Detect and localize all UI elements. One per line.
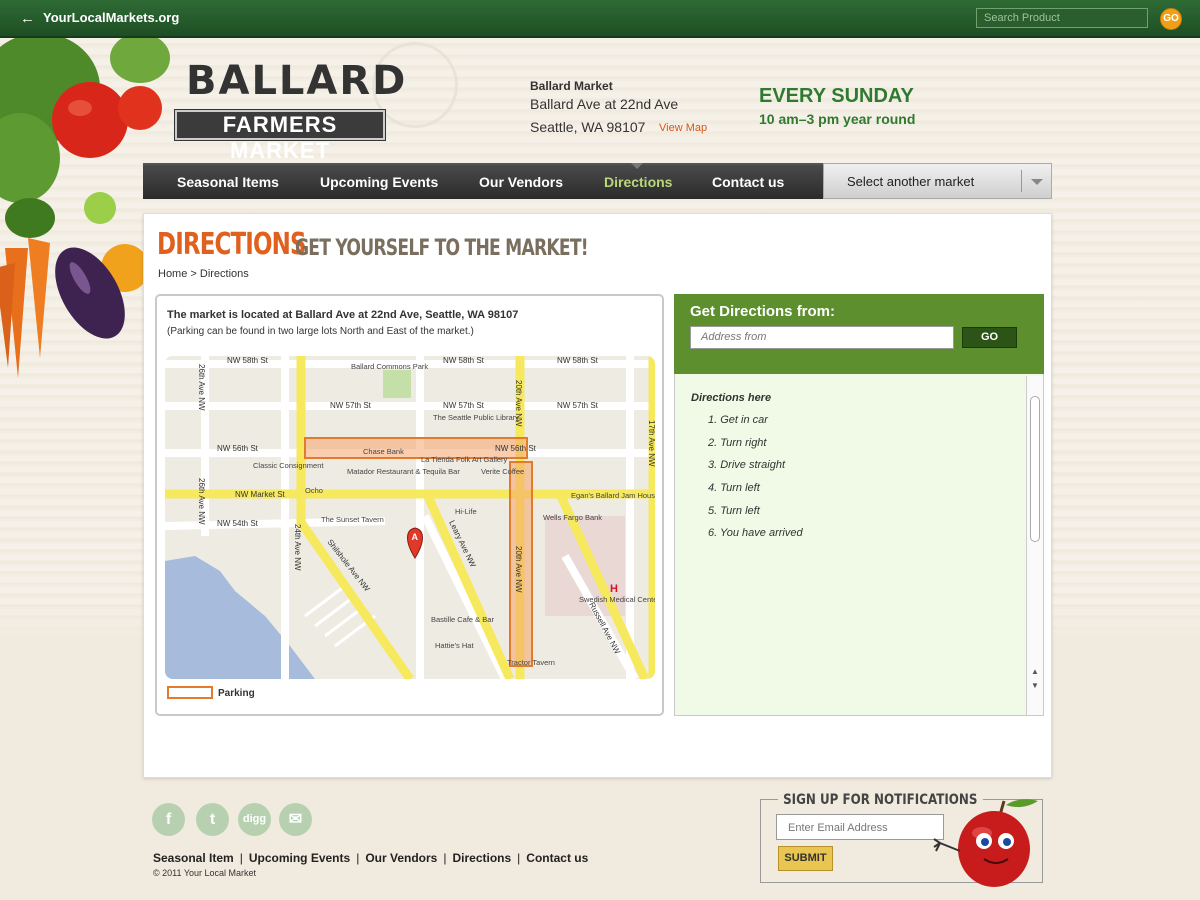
street-label: 20th Ave NW (514, 546, 523, 593)
place-label: Swedish Medical Center-Ballard (579, 595, 655, 604)
select-market-dropdown[interactable]: Select another market (823, 163, 1052, 199)
directions-header-title: Get Directions from: (690, 303, 836, 320)
place-label: Chase Bank (363, 447, 404, 456)
scrollbar-thumb[interactable] (1030, 396, 1040, 542)
nav-contact-us[interactable]: Contact us (712, 174, 784, 190)
street-label: NW 57th St (330, 401, 372, 410)
location-text: The market is located at Ballard Ave at … (167, 309, 519, 321)
street-label: NW 57th St (557, 401, 599, 410)
logo-ballard[interactable]: BALLARD (186, 58, 407, 104)
direction-step: 2. Turn right (708, 436, 767, 449)
twitter-icon[interactable]: t (196, 803, 229, 836)
place-label: Verite Coffee (481, 467, 524, 476)
svg-text:A: A (412, 532, 419, 542)
direction-step: 5. Turn left (708, 504, 760, 517)
facebook-icon[interactable]: f (152, 803, 185, 836)
direction-step: 1. Get in car (708, 414, 768, 426)
street-label: NW 58th St (443, 356, 485, 365)
place-label: Wells Fargo Bank (543, 513, 602, 522)
parking-legend-label: Parking (218, 688, 255, 699)
market-address-line2: Seattle, WA 98107 (530, 119, 646, 135)
market-name: Ballard Market (530, 79, 613, 93)
street-map[interactable]: NW 58th St NW 58th St NW 58th St NW 57th… (165, 356, 655, 679)
place-label: Hi-Life (455, 507, 477, 516)
place-label: Tractor Tavern (507, 658, 555, 667)
copyright: © 2011 Your Local Market (153, 868, 257, 878)
street-label: 17th Ave NW (647, 420, 655, 467)
place-label: The Sunset Tavern (321, 515, 384, 524)
street-label: NW 58th St (557, 356, 599, 365)
footer-link-seasonal[interactable]: Seasonal Item (153, 851, 234, 865)
place-label: Ballard Commons Park (351, 362, 428, 371)
street-label: NW Market St (235, 490, 286, 499)
logo-farmers-market[interactable]: FARMERS MARKET (174, 109, 386, 163)
view-map-link[interactable]: View Map (659, 122, 707, 134)
street-label: NW 57th St (443, 401, 485, 410)
scroll-down-icon[interactable]: ▼ (1031, 681, 1039, 690)
schedule-title: EVERY SUNDAY (759, 85, 914, 107)
search-go-button[interactable]: GO (1160, 8, 1182, 30)
street-label: 26th Ave NW (197, 364, 206, 411)
select-market-label: Select another market (847, 174, 975, 189)
active-indicator (631, 163, 643, 169)
street-label: NW 56th St (495, 444, 537, 453)
parking-text: (Parking can be found in two large lots … (167, 326, 474, 337)
apple-mascot-icon (933, 799, 1038, 887)
place-label: Ocho (305, 486, 323, 495)
page-subtitle: GET YOURSELF TO THE MARKET! (295, 236, 589, 261)
digg-icon[interactable]: digg (238, 803, 271, 836)
address-from-input[interactable]: Address from (690, 326, 954, 349)
hospital-icon: H (610, 583, 618, 595)
street-label: 26th Ave NW (197, 478, 206, 525)
place-label: Classic Consignment (253, 461, 324, 470)
street-label: NW 54th St (217, 519, 259, 528)
direction-step: 3. Drive straight (708, 459, 786, 472)
place-label: Hattie's Hat (435, 641, 474, 650)
submit-button[interactable]: SUBMIT (778, 846, 833, 871)
directions-go-button[interactable]: GO (962, 327, 1017, 348)
email-input[interactable]: Enter Email Address (776, 814, 944, 840)
street-label: NW 58th St (227, 356, 269, 365)
schedule-hours: 10 am–3 pm year round (759, 111, 916, 127)
nav-our-vendors[interactable]: Our Vendors (479, 174, 563, 190)
chevron-down-icon (1031, 179, 1043, 185)
site-link[interactable]: YourLocalMarkets.org (43, 10, 179, 25)
footer-link-events[interactable]: Upcoming Events (249, 851, 350, 865)
search-product-input[interactable]: Search Product (976, 8, 1148, 28)
email-icon[interactable]: ✉ (279, 803, 312, 836)
main-nav: Seasonal Items Upcoming Events Our Vendo… (143, 163, 823, 199)
nav-upcoming-events[interactable]: Upcoming Events (320, 174, 438, 190)
nav-seasonal-items[interactable]: Seasonal Items (177, 174, 279, 190)
page-title: DIRECTIONS (157, 227, 307, 262)
footer-link-vendors[interactable]: Our Vendors (365, 851, 437, 865)
place-label: Bastille Cafe & Bar (431, 615, 494, 624)
dropdown-divider (1021, 170, 1022, 192)
place-label: The Seattle Public Library (433, 413, 519, 422)
top-bar: ← YourLocalMarkets.org Search Product GO (0, 0, 1200, 38)
place-label: Matador Restaurant & Tequila Bar (347, 467, 460, 476)
footer-link-contact[interactable]: Contact us (526, 851, 588, 865)
direction-step: 6. You have arrived (708, 527, 803, 540)
footer-links: Seasonal Item | Upcoming Events | Our Vendor… (153, 851, 589, 865)
footer-link-directions[interactable]: Directions (452, 851, 511, 865)
direction-step: 4. Turn left (708, 482, 760, 495)
street-label: NW 56th St (217, 444, 259, 453)
scroll-up-icon[interactable]: ▲ (1031, 667, 1039, 676)
directions-list-title: Directions here (691, 392, 772, 404)
back-arrow-icon[interactable]: ← (20, 10, 35, 27)
market-address-line1: Ballard Ave at 22nd Ave (530, 96, 679, 112)
place-label: La Tienda Folk Art Gallery (421, 455, 508, 464)
breadcrumb[interactable]: Home > Directions (158, 268, 249, 280)
place-label: Egan's Ballard Jam House (571, 491, 655, 500)
directions-steps: 1. Get in car 2. Turn right 3. Drive str… (708, 414, 803, 550)
nav-directions[interactable]: Directions (604, 174, 672, 190)
directions-scrollbar[interactable]: ▲ ▼ (1026, 376, 1043, 715)
parking-legend-swatch (167, 686, 213, 699)
street-label: 24th Ave NW (293, 524, 302, 571)
